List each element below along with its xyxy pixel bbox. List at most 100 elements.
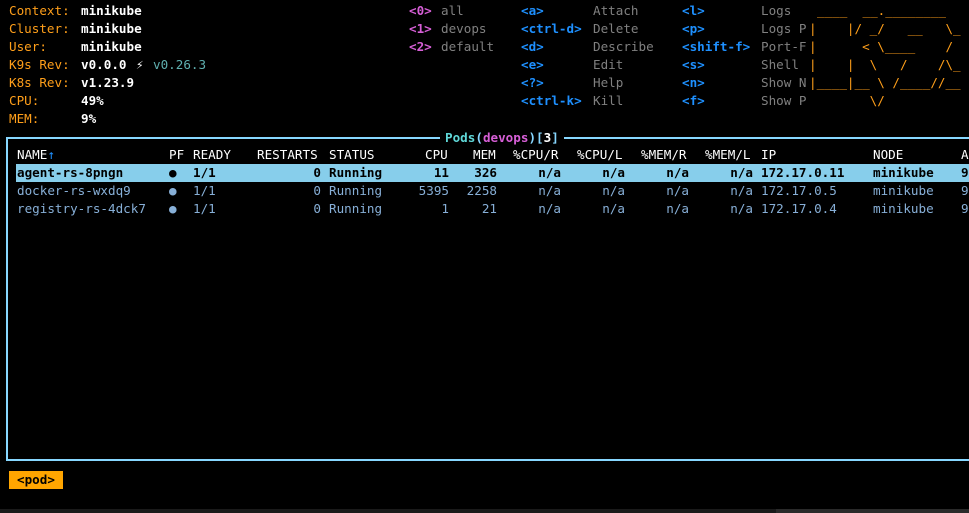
hotkey-port-forward-key[interactable]: <shift-f> [682, 38, 750, 56]
column-header-ready[interactable]: READY [193, 146, 231, 164]
pod-restarts: 0 [313, 201, 321, 216]
status-bar-segment [776, 509, 969, 513]
pod-mem-request: n/a [666, 165, 689, 180]
column-header-cpu-limit[interactable]: %CPU/L [577, 146, 623, 164]
hotkey-attach-key[interactable]: <a> [521, 2, 544, 20]
hotkey-show-node-key[interactable]: <n> [682, 74, 705, 92]
pod-status: Running [329, 183, 383, 198]
logo-line: \/ [809, 93, 885, 108]
hotkey-shell[interactable]: Shell [761, 56, 799, 74]
cpu-value: 49% [81, 93, 104, 108]
namespace-key-default[interactable]: <2> [409, 38, 432, 56]
hotkey-show-portforward[interactable]: Show P [761, 92, 807, 110]
hotkey-describe-key[interactable]: <d> [521, 38, 544, 56]
hotkey-edit-key[interactable]: <e> [521, 56, 544, 74]
hotkey-kill[interactable]: Kill [593, 92, 623, 110]
column-header-node[interactable]: NODE [873, 146, 903, 164]
table-row[interactable]: agent-rs-8pngn ● 1/1 0 Running 11 326 n/… [16, 164, 969, 182]
pod-age: 9 [961, 165, 969, 180]
sort-ascending-icon: ↑ [47, 147, 55, 162]
port-forward-indicator: ● [169, 201, 177, 216]
pod-ip: 172.17.0.5 [761, 183, 837, 198]
pod-ip: 172.17.0.4 [761, 201, 837, 216]
pod-status: Running [329, 201, 383, 216]
pod-age: 9 [961, 201, 969, 216]
namespace-item-all[interactable]: all [441, 2, 464, 20]
pod-cpu-request: n/a [538, 183, 561, 198]
namespace-key-devops[interactable]: <1> [409, 20, 432, 38]
logo-line: | < \____ / [809, 39, 954, 54]
column-header-mem-limit[interactable]: %MEM/L [705, 146, 751, 164]
column-header-status[interactable]: STATUS [329, 146, 375, 164]
pod-mem: 21 [481, 201, 497, 216]
pod-mem: 2258 [466, 183, 497, 198]
hotkey-edit[interactable]: Edit [593, 56, 623, 74]
breadcrumb[interactable]: <pod> [9, 471, 63, 489]
column-header-mem-request[interactable]: %MEM/R [641, 146, 687, 164]
port-forward-indicator: ● [169, 165, 177, 180]
hotkey-help-key[interactable]: <?> [521, 74, 544, 92]
column-header-restarts[interactable]: RESTARTS [257, 146, 318, 164]
pod-ready: 1/1 [193, 165, 216, 180]
logo-line: ____ __.________ [817, 3, 946, 18]
user-value: minikube [81, 39, 142, 54]
pod-mem-limit: n/a [730, 165, 753, 180]
cpu-label: CPU: [9, 93, 40, 108]
pod-cpu-limit: n/a [602, 201, 625, 216]
pod-ready: 1/1 [193, 183, 216, 198]
hotkey-show-node[interactable]: Show N [761, 74, 807, 92]
upgrade-icon: ⚡ [136, 57, 144, 72]
pod-mem-limit: n/a [730, 183, 753, 198]
hotkey-describe[interactable]: Describe [593, 38, 654, 56]
pod-cpu-request: n/a [538, 201, 561, 216]
hotkey-port-forward[interactable]: Port-F [761, 38, 807, 56]
pod-name: docker-rs-wxdq9 [17, 183, 131, 198]
pod-cpu: 11 [433, 165, 449, 180]
hotkey-shell-key[interactable]: <s> [682, 56, 705, 74]
hotkey-help[interactable]: Help [593, 74, 623, 92]
pod-ready: 1/1 [193, 201, 216, 216]
hotkey-logs[interactable]: Logs [761, 2, 791, 20]
hotkey-attach[interactable]: Attach [593, 2, 639, 20]
column-header-age[interactable]: A [961, 146, 969, 164]
k9s-rev-label: K9s Rev: [9, 57, 70, 72]
pod-ip: 172.17.0.11 [761, 165, 845, 180]
column-header-ip[interactable]: IP [761, 146, 776, 164]
column-header-cpu-request[interactable]: %CPU/R [513, 146, 559, 164]
namespace-item-default[interactable]: default [441, 38, 494, 56]
pod-name: registry-rs-4dck7 [17, 201, 146, 216]
hotkey-show-portforward-key[interactable]: <f> [682, 92, 705, 110]
hotkey-kill-key[interactable]: <ctrl-k> [521, 92, 582, 110]
namespace-item-devops[interactable]: devops [441, 20, 487, 38]
logo-line: |____|__ \ /____//__ [809, 75, 961, 90]
pod-mem-request: n/a [666, 201, 689, 216]
context-value: minikube [81, 3, 142, 18]
table-title: Pods(devops)[3] [440, 129, 564, 147]
cluster-value: minikube [81, 21, 142, 36]
column-header-cpu[interactable]: CPU [425, 146, 448, 164]
pod-cpu-request: n/a [538, 165, 561, 180]
hotkey-delete-key[interactable]: <ctrl-d> [521, 20, 582, 38]
k8s-rev-label: K8s Rev: [9, 75, 70, 90]
pod-name: agent-rs-8pngn [17, 165, 124, 180]
user-label: User: [9, 39, 47, 54]
hotkey-logs-previous-key[interactable]: <p> [682, 20, 705, 38]
table-row[interactable]: docker-rs-wxdq9 ● 1/1 0 Running 5395 225… [16, 182, 969, 200]
pod-node: minikube [873, 165, 934, 180]
hotkey-logs-key[interactable]: <l> [682, 2, 705, 20]
table-title-namespace: devops [482, 130, 529, 145]
cluster-label: Cluster: [9, 21, 70, 36]
namespace-key-all[interactable]: <0> [409, 2, 432, 20]
column-header-mem[interactable]: MEM [473, 146, 496, 164]
table-row[interactable]: registry-rs-4dck7 ● 1/1 0 Running 1 21 n… [16, 200, 969, 218]
k9s-rev-value: v0.0.0 [81, 57, 127, 72]
pod-cpu-limit: n/a [602, 165, 625, 180]
column-header-pf[interactable]: PF [169, 146, 184, 164]
pod-restarts: 0 [313, 183, 321, 198]
hotkey-delete[interactable]: Delete [593, 20, 639, 38]
mem-label: MEM: [9, 111, 40, 126]
pod-node: minikube [873, 183, 934, 198]
hotkey-logs-previous[interactable]: Logs P [761, 20, 807, 38]
column-header-name[interactable]: NAME↑ [17, 146, 55, 164]
pod-restarts: 0 [313, 165, 321, 180]
